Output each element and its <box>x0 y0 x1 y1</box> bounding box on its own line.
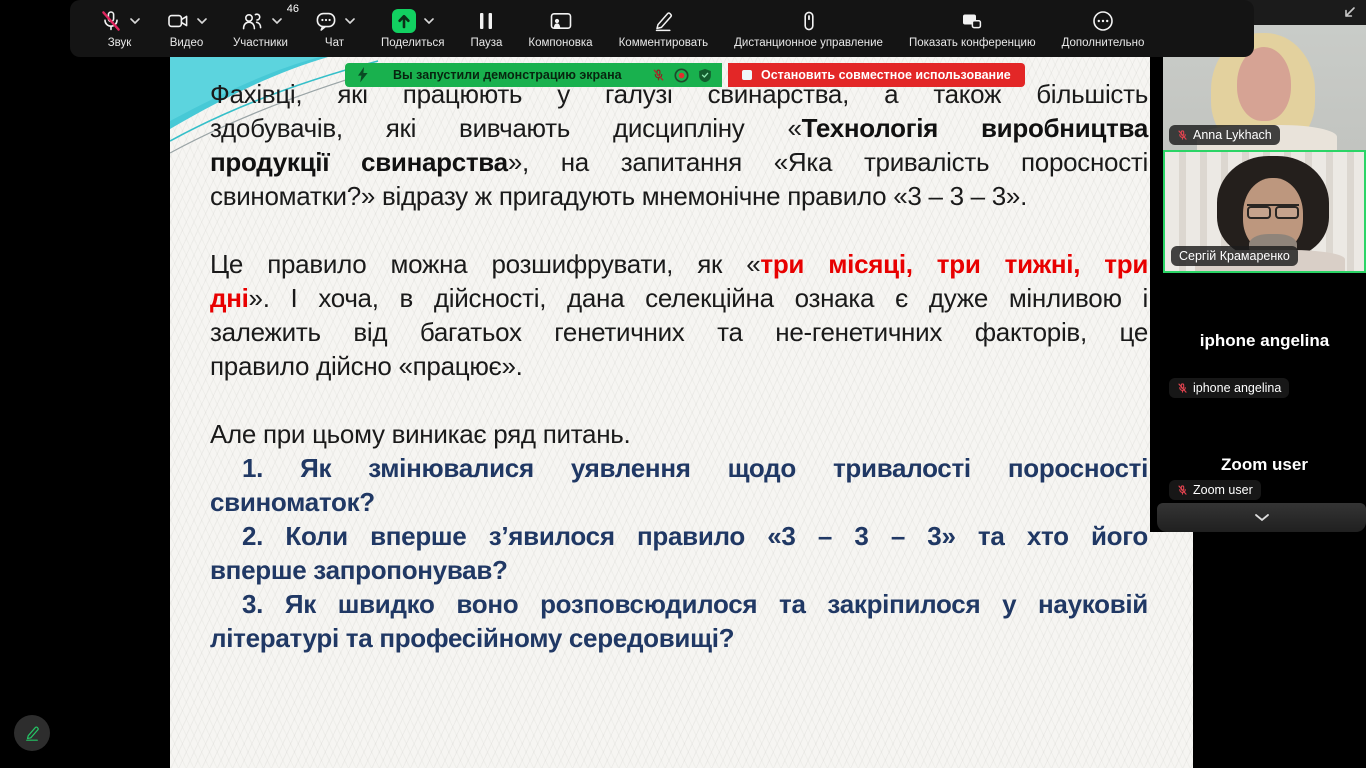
participants-icon <box>242 13 262 30</box>
show-conference-label: Показать конференцию <box>908 37 1036 49</box>
participant-display-name: Zoom user <box>1221 455 1308 474</box>
audio-button[interactable]: Звук <box>86 0 153 57</box>
participant-name-tag: Anna Lykhach <box>1169 125 1280 145</box>
show-conference-icon <box>963 14 982 29</box>
pause-share-button[interactable]: Пауза <box>457 0 515 57</box>
layout-button[interactable]: Компоновка <box>515 0 605 57</box>
audio-label: Звук <box>107 37 132 49</box>
slide-text-line: Це правило можна розшифрувати, як «три м… <box>210 249 1148 279</box>
slide-text-line: залежить від багатьох генетичних та не-г… <box>210 317 1148 347</box>
stop-square-icon <box>742 70 752 80</box>
slide-text-line: здобувачів, які вивчають дисципліну «Тех… <box>210 113 1148 143</box>
stop-share-button[interactable]: Остановить совместное использование <box>728 63 1025 87</box>
lightning-icon <box>358 67 368 83</box>
pause-label: Пауза <box>470 37 503 49</box>
share-status-banner-row: Вы запустили демонстрацию экрана Останов… <box>345 63 1025 87</box>
participants-count: 46 <box>286 3 299 15</box>
show-conference-button[interactable]: Показать конференцию <box>896 0 1049 57</box>
slide-text-line: правило дійсно «працює». <box>210 351 523 381</box>
share-screen-button[interactable]: Поделиться <box>368 0 458 57</box>
video-button[interactable]: Видео <box>153 0 220 57</box>
slide-paragraph: 2. Коли вперше з’явилося правило «3 – 3 … <box>210 519 1148 587</box>
chat-label: Чат <box>324 37 344 49</box>
slide-paragraph: 3. Як швидко воно розповсюдилося та закр… <box>210 587 1148 655</box>
chevron-down-icon[interactable] <box>424 18 435 24</box>
share-screen-icon <box>392 9 417 33</box>
participant-name-tag: Zoom user <box>1169 480 1261 500</box>
participants-label: Участники <box>233 37 288 49</box>
participant-name-tag: Сергій Крамаренко <box>1171 246 1298 266</box>
slide-text-line: Але при цьому виникає ряд питань. <box>210 419 631 449</box>
shared-screen-slide: Фахівці, які працюють у галузі свинарств… <box>170 57 1193 768</box>
zoom-meeting-window: Фахівці, які працюють у галузі свинарств… <box>0 0 1366 768</box>
remote-control-label: Дистанционное управление <box>734 37 883 49</box>
meeting-toolbar: Звук Видео 46 Участники Чат Поделиться П… <box>70 0 1254 57</box>
chevron-down-icon[interactable] <box>272 18 282 24</box>
chevron-down-icon[interactable] <box>130 18 140 24</box>
chevron-down-icon[interactable] <box>345 18 355 24</box>
video-thumbnails-panel: Anna Lykhach Сергій Крамаренко iphone an… <box>1150 0 1366 532</box>
slide-text-line: вперше запропонував? <box>210 555 508 585</box>
pencil-icon <box>26 726 39 741</box>
video-camera-icon <box>168 14 188 28</box>
mic-muted-icon <box>1178 129 1187 140</box>
collapse-thumbnails-icon[interactable] <box>1340 4 1358 22</box>
mic-muted-icon <box>1178 484 1187 495</box>
slide-text: Фахівці, які працюють у галузі свинарств… <box>210 77 1148 655</box>
slide-text-line: 2. Коли вперше з’явилося правило «3 – 3 … <box>242 521 1148 551</box>
stop-share-label: Остановить совместное использование <box>761 68 1011 82</box>
sharing-active-banner: Вы запустили демонстрацию экрана <box>345 63 722 87</box>
mic-muted-icon <box>102 11 120 31</box>
annotate-fab-button[interactable] <box>14 715 50 751</box>
layout-label: Компоновка <box>528 37 593 49</box>
slide-text-line: дні». І хоча, в дійсності, дана селекцій… <box>210 283 1148 313</box>
security-shield-icon <box>699 68 711 82</box>
slide-paragraph: Фахівці, які працюють у галузі свинарств… <box>210 77 1148 213</box>
remote-control-button[interactable]: Дистанционное управление <box>721 0 896 57</box>
slide-text-line: свиноматки?» відразу ж пригадують мнемон… <box>210 181 1028 211</box>
slide-paragraph: Це правило можна розшифрувати, як «три м… <box>210 247 1148 383</box>
slide-text-line: 3. Як швидко воно розповсюдилося та закр… <box>242 589 1148 619</box>
participants-button[interactable]: 46 Участники <box>220 0 301 57</box>
video-label: Видео <box>169 37 204 49</box>
mic-muted-icon <box>653 69 664 81</box>
chat-icon <box>316 12 336 31</box>
mic-muted-icon <box>1178 382 1187 393</box>
remote-control-icon <box>803 11 814 31</box>
slide-text-line: літературі та професійному середовищі? <box>210 623 735 653</box>
pause-icon <box>480 13 493 29</box>
layout-icon <box>550 13 571 29</box>
chevron-down-icon <box>1254 514 1269 522</box>
annotate-button[interactable]: Комментировать <box>606 0 722 57</box>
slide-text-line: продукції свинарства», на запитання «Яка… <box>210 147 1148 177</box>
more-ellipsis-icon <box>1093 11 1113 31</box>
share-label: Поделиться <box>380 37 445 49</box>
chevron-down-icon[interactable] <box>197 18 207 24</box>
collapse-thumbnails-bar[interactable] <box>1157 503 1366 532</box>
annotate-pencil-icon <box>656 12 673 32</box>
participant-name: Сергій Крамаренко <box>1179 249 1290 263</box>
slide-text-line: 1. Як змінювалися уявлення щодо тривалос… <box>242 453 1148 483</box>
slide-paragraph: Але при цьому виникає ряд питань. <box>210 417 1148 451</box>
participant-name: Anna Lykhach <box>1193 128 1272 142</box>
participant-tile-iphone-angelina[interactable]: iphone angelina iphone angelina <box>1163 273 1366 403</box>
recording-icon <box>674 67 689 83</box>
more-button[interactable]: Дополнительно <box>1049 0 1158 57</box>
participant-display-name: iphone angelina <box>1199 331 1330 350</box>
sharing-banner-message: Вы запустили демонстрацию экрана <box>393 68 622 82</box>
participant-name: Zoom user <box>1193 483 1253 497</box>
participant-tile-sergiy-kramarenko[interactable]: Сергій Крамаренко <box>1163 150 1366 273</box>
slide-text-line: свиноматок? <box>210 487 375 517</box>
participant-name: iphone angelina <box>1193 381 1282 395</box>
slide-paragraph: 1. Як змінювалися уявлення щодо тривалос… <box>210 451 1148 519</box>
annotate-label: Комментировать <box>618 37 709 49</box>
chat-button[interactable]: Чат <box>301 0 368 57</box>
participant-name-tag: iphone angelina <box>1169 378 1290 398</box>
more-label: Дополнительно <box>1061 37 1145 49</box>
